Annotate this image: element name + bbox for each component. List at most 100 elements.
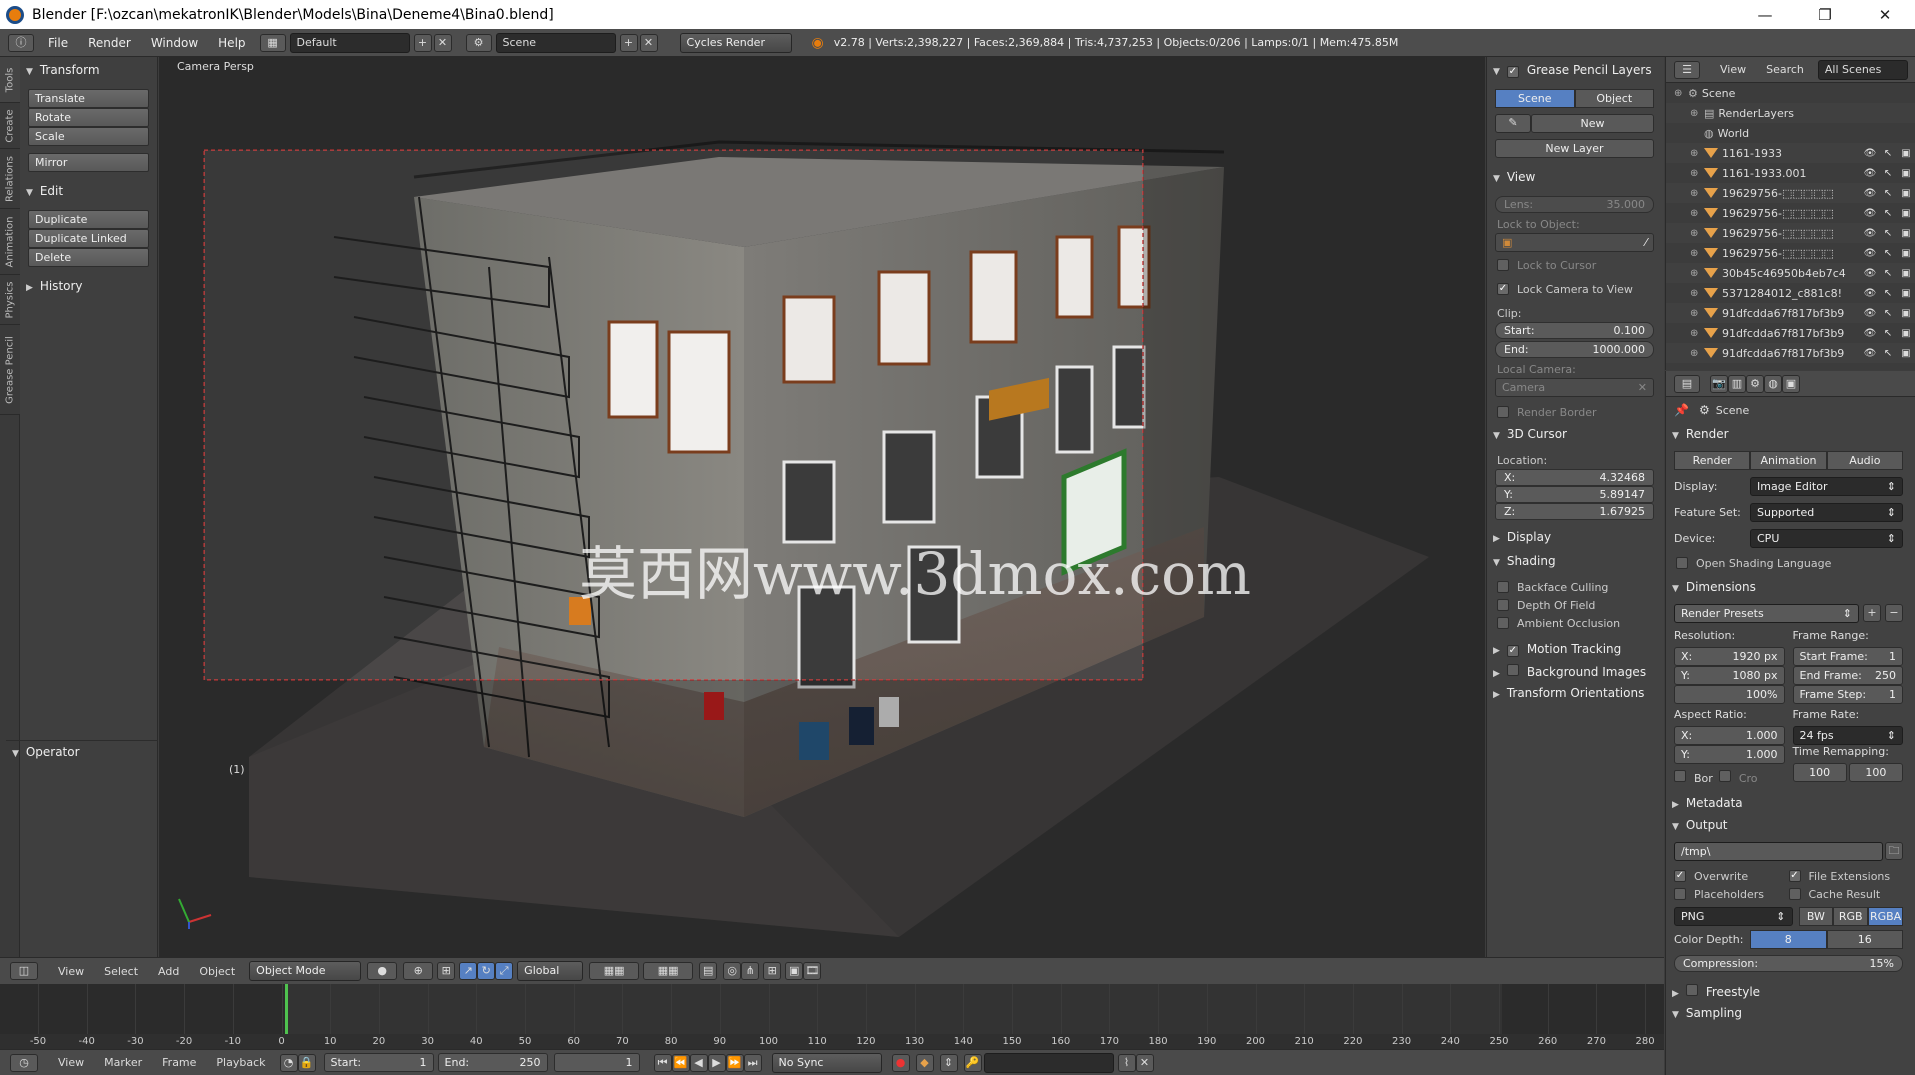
cursor-y-field[interactable]: Y: 5.89147 xyxy=(1495,486,1654,503)
remove-scene-icon[interactable]: ✕ xyxy=(639,33,658,52)
eye-toggle-icon[interactable]: 👁 xyxy=(1861,228,1879,239)
backface-culling[interactable]: Backface Culling xyxy=(1497,578,1654,596)
jump-keyframe-forward-icon[interactable]: ⏩ xyxy=(725,1053,744,1072)
snap-icon[interactable]: ⋔ xyxy=(741,962,760,980)
freestyle-panel-header[interactable]: ▶ Freestyle xyxy=(1666,980,1915,1002)
render-context-icon[interactable]: 📷 xyxy=(1710,374,1728,393)
menu-help[interactable]: Help xyxy=(208,36,255,50)
close-button[interactable]: ✕ xyxy=(1855,6,1915,24)
manipulator-icon[interactable]: ⊞ xyxy=(437,962,456,980)
scene-icon[interactable]: ⚙ xyxy=(465,33,492,52)
pencil-icon[interactable]: ✎ xyxy=(1495,114,1531,133)
expand-icon[interactable]: ⊕ xyxy=(1690,208,1704,219)
outliner-item[interactable]: ⊕ ⚙ Scene xyxy=(1666,83,1915,103)
pointer-toggle-icon[interactable]: ↖ xyxy=(1879,308,1897,319)
motion-tracking-header[interactable]: ▶ ✓ Motion Tracking xyxy=(1487,638,1664,660)
duplicate-button[interactable]: Duplicate xyxy=(28,210,149,229)
sync-select[interactable]: No Sync xyxy=(771,1052,882,1073)
translate-manipulator-icon[interactable]: ↗ xyxy=(459,962,478,980)
scene-field[interactable]: Scene xyxy=(495,32,616,53)
animation-button[interactable]: Animation xyxy=(1750,451,1827,470)
camera-toggle-icon[interactable]: ▣ xyxy=(1897,328,1915,339)
end-field[interactable]: End: 250 xyxy=(437,1053,548,1072)
play-icon[interactable]: ▶ xyxy=(707,1053,726,1072)
keying-icon[interactable]: 🔑 xyxy=(963,1053,982,1072)
outliner-item[interactable]: ⊕ 91dfcdda67f817bf3b9 👁 ↖ ▣ xyxy=(1666,303,1915,323)
transform-orientations-header[interactable]: ▶ Transform Orientations xyxy=(1487,682,1664,704)
orientation-select[interactable]: Global xyxy=(517,961,584,981)
expand-icon[interactable]: ⊕ xyxy=(1690,348,1704,359)
jump-start-icon[interactable]: ⏮ xyxy=(653,1053,672,1072)
audio-button[interactable]: Audio xyxy=(1826,451,1903,470)
expand-icon[interactable]: ⊕ xyxy=(1690,288,1704,299)
file-extensions-checkbox[interactable]: ✓ File Extensions xyxy=(1788,867,1904,885)
history-panel-header[interactable]: ▶ History xyxy=(20,275,157,297)
outliner-display-mode[interactable]: All Scenes xyxy=(1817,59,1908,80)
object-menu[interactable]: Object xyxy=(189,965,245,978)
pointer-toggle-icon[interactable]: ↖ xyxy=(1879,168,1897,179)
gp-scene-tab[interactable]: Scene xyxy=(1495,89,1575,108)
lock-camera-to-view[interactable]: ✓ Lock Camera to View xyxy=(1497,280,1654,298)
add-menu[interactable]: Add xyxy=(148,965,189,978)
opengl-render-icon[interactable]: ▣ xyxy=(785,962,804,980)
translate-button[interactable]: Translate xyxy=(28,89,149,108)
pointer-toggle-icon[interactable]: ↖ xyxy=(1879,228,1897,239)
jump-keyframe-back-icon[interactable]: ⏪ xyxy=(671,1053,690,1072)
frame-rate-select[interactable]: 24 fps ⇕ xyxy=(1792,726,1903,745)
preview-range-icon[interactable]: ◔ xyxy=(279,1053,298,1072)
sampling-panel-header[interactable]: ▼ Sampling xyxy=(1666,1002,1915,1024)
outliner-item[interactable]: ⊕ 1161-1933 👁 ↖ ▣ xyxy=(1666,143,1915,163)
operator-panel-header[interactable]: ▼ Operator xyxy=(6,740,158,762)
rotate-button[interactable]: Rotate xyxy=(28,108,149,127)
expand-icon[interactable]: ⊕ xyxy=(1690,188,1704,199)
camera-toggle-icon[interactable]: ▣ xyxy=(1897,228,1915,239)
expand-icon[interactable]: ⊕ xyxy=(1690,168,1704,179)
resolution-percentage[interactable]: 100% xyxy=(1674,685,1785,704)
outliner-editor-icon[interactable]: ☰ xyxy=(1674,60,1700,79)
crop-checkbox[interactable]: Cro xyxy=(1718,769,1758,785)
render-panel-header[interactable]: ▼ Render xyxy=(1666,423,1915,445)
ambient-occlusion[interactable]: Ambient Occlusion xyxy=(1497,614,1654,632)
object-context-icon[interactable]: ▣ xyxy=(1782,374,1800,393)
screen-layout-field[interactable]: Default xyxy=(289,32,410,53)
outliner-item[interactable]: ⊕ 30b45c46950b4eb7c4 👁 ↖ ▣ xyxy=(1666,263,1915,283)
display-select[interactable]: Image Editor ⇕ xyxy=(1750,476,1903,496)
timeline-menu-frame[interactable]: Frame xyxy=(152,1056,206,1069)
tab-grease-pencil[interactable]: Grease Pencil xyxy=(0,325,20,415)
camera-toggle-icon[interactable]: ▣ xyxy=(1897,308,1915,319)
pivot-point-icon[interactable]: ⊕ xyxy=(403,962,434,980)
clip-start-field[interactable]: Start: 0.100 xyxy=(1495,322,1654,339)
view-panel-header[interactable]: ▼ View xyxy=(1487,166,1664,188)
camera-toggle-icon[interactable]: ▣ xyxy=(1897,248,1915,259)
cursor-z-field[interactable]: Z: 1.67925 xyxy=(1495,503,1654,520)
overwrite-checkbox[interactable]: ✓ Overwrite xyxy=(1674,867,1789,885)
duplicate-linked-button[interactable]: Duplicate Linked xyxy=(28,229,149,248)
lock-object-field[interactable]: ▣ ⁄ xyxy=(1495,233,1654,252)
remove-layout-icon[interactable]: ✕ xyxy=(433,33,452,52)
lock-to-cursor[interactable]: Lock to Cursor xyxy=(1497,256,1654,274)
screen-layout-icon[interactable]: ▦ xyxy=(259,33,286,52)
pointer-toggle-icon[interactable]: ↖ xyxy=(1879,208,1897,219)
outliner-item[interactable]: ◍ World xyxy=(1666,123,1915,143)
viewport-shading-icon[interactable]: ● xyxy=(367,962,398,980)
lens-field[interactable]: Lens: 35.000 xyxy=(1495,196,1654,213)
grease-pencil-header[interactable]: ▼ ✓ Grease Pencil Layers xyxy=(1487,59,1664,81)
3d-viewport[interactable]: Camera Persp (1) 莫西网www.3dmox.com xyxy=(159,57,1485,957)
menu-window[interactable]: Window xyxy=(141,36,208,50)
tab-animation[interactable]: Animation xyxy=(0,209,20,275)
expand-icon[interactable]: ⊕ xyxy=(1690,108,1704,119)
eye-toggle-icon[interactable]: 👁 xyxy=(1861,308,1879,319)
outliner-item[interactable]: ⊕ 19629756-⬚⬚⬚⬚⬚ 👁 ↖ ▣ xyxy=(1666,243,1915,263)
record-icon[interactable]: ● xyxy=(891,1053,910,1072)
expand-icon[interactable]: ⊕ xyxy=(1690,328,1704,339)
jump-end-icon[interactable]: ⏭ xyxy=(743,1053,762,1072)
pointer-toggle-icon[interactable]: ↖ xyxy=(1879,328,1897,339)
osl-checkbox[interactable]: Open Shading Language xyxy=(1676,554,1905,572)
expand-icon[interactable]: ⊕ xyxy=(1690,308,1704,319)
current-frame-field[interactable]: 1 xyxy=(553,1053,640,1072)
rotate-manipulator-icon[interactable]: ↻ xyxy=(477,962,496,980)
color-depth-8[interactable]: 8 xyxy=(1750,930,1827,949)
scale-manipulator-icon[interactable]: ⤢ xyxy=(495,962,514,980)
minimize-button[interactable]: — xyxy=(1735,6,1795,24)
pointer-toggle-icon[interactable]: ↖ xyxy=(1879,288,1897,299)
